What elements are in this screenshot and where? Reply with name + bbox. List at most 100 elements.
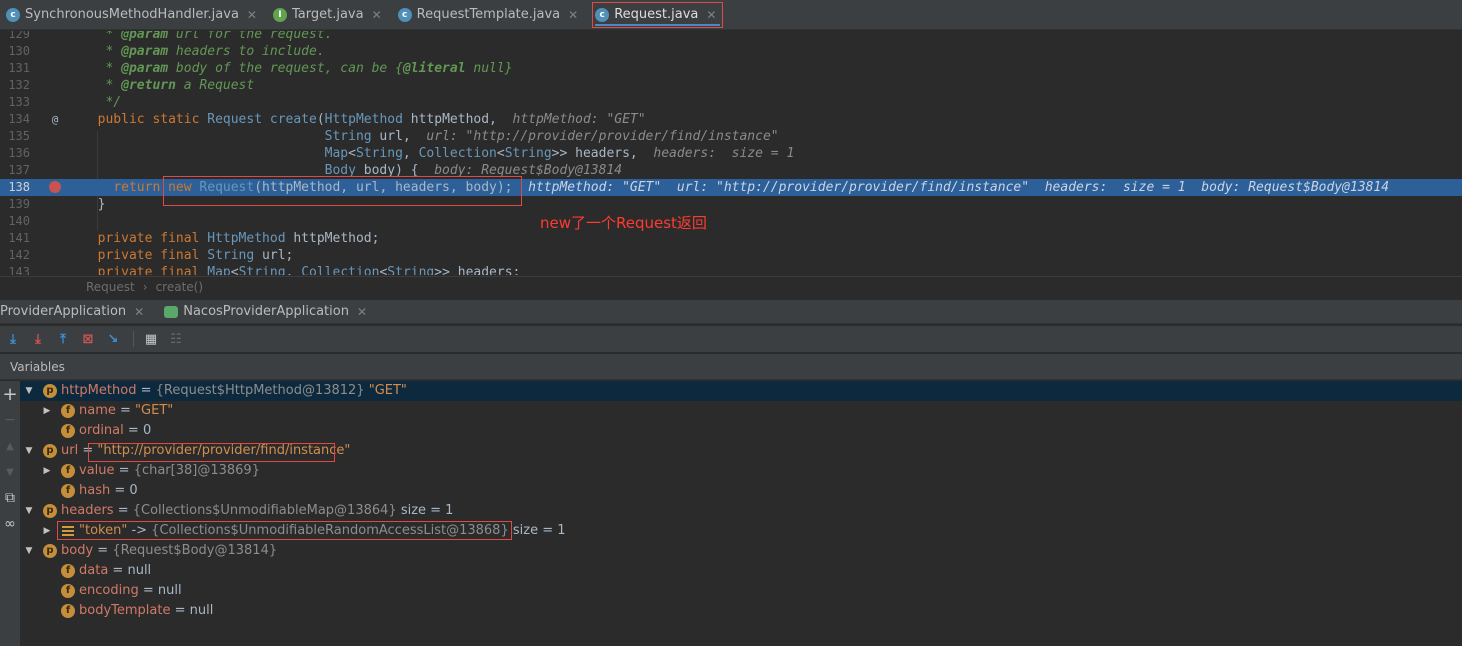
- line-number[interactable]: 136: [0, 145, 30, 162]
- close-icon[interactable]: ✕: [372, 8, 382, 22]
- close-icon[interactable]: ✕: [134, 305, 144, 319]
- step-into-icon[interactable]: ⤓: [27, 328, 49, 350]
- code-line[interactable]: 142 private final String url;: [0, 247, 1462, 264]
- variables-side-toolbar: + − ▲ ▼ ⧉ ∞: [0, 381, 20, 646]
- line-number[interactable]: 140: [0, 213, 30, 230]
- variable-row[interactable]: f encoding = null: [20, 581, 1462, 601]
- variable-operator: =: [93, 543, 113, 558]
- variable-row[interactable]: ▼ p headers = {Collections$UnmodifiableMap…: [20, 501, 1462, 521]
- variable-row[interactable]: f bodyTemplate = null: [20, 601, 1462, 621]
- code-line[interactable]: 135 String url, url: "http://provider/pr…: [0, 128, 1462, 145]
- breadcrumb-class[interactable]: Request: [86, 280, 135, 294]
- variable-name: bodyTemplate: [79, 603, 171, 618]
- tab-request-template[interactable]: c RequestTemplate.java ✕: [396, 2, 585, 28]
- line-number[interactable]: 130: [0, 43, 30, 60]
- line-number[interactable]: 129: [0, 31, 30, 43]
- watches-glasses-icon[interactable]: ∞: [0, 511, 20, 537]
- line-number[interactable]: 139: [0, 196, 30, 213]
- field-icon: f: [61, 584, 75, 598]
- drop-frame-icon[interactable]: ⊠: [77, 328, 99, 350]
- expanded-arrow-icon[interactable]: ▼: [24, 501, 34, 521]
- code-line[interactable]: 131 * @param body of the request, can be…: [0, 60, 1462, 77]
- variable-row[interactable]: f ordinal = 0: [20, 421, 1462, 441]
- line-number[interactable]: 141: [0, 230, 30, 247]
- collapsed-arrow-icon[interactable]: ▶: [42, 401, 52, 421]
- tab-target[interactable]: I Target.java ✕: [271, 2, 388, 28]
- code-line[interactable]: 132 * @return a Request: [0, 77, 1462, 94]
- variable-operator: =: [114, 463, 134, 478]
- step-out-icon[interactable]: ⤒: [52, 328, 74, 350]
- line-number[interactable]: 137: [0, 162, 30, 179]
- line-number[interactable]: 138: [0, 179, 30, 196]
- code-line[interactable]: 136 Map<String, Collection<String>> head…: [0, 145, 1462, 162]
- remove-watch-icon[interactable]: −: [0, 407, 20, 433]
- evaluate-icon[interactable]: ▦: [140, 328, 162, 350]
- line-number[interactable]: 134: [0, 111, 30, 128]
- code-line[interactable]: 134 @ public static Request create(HttpMe…: [0, 111, 1462, 128]
- trace-icon[interactable]: ☷: [165, 328, 187, 350]
- variable-name: httpMethod: [61, 383, 137, 398]
- variable-row[interactable]: ▼ p httpMethod = {Request$HttpMethod@13812…: [20, 381, 1462, 401]
- collapsed-arrow-icon[interactable]: ▶: [42, 461, 52, 481]
- run-to-cursor-icon[interactable]: ↘: [102, 328, 124, 350]
- variable-row[interactable]: ▼ p body = {Request$Body@13814}: [20, 541, 1462, 561]
- variable-row[interactable]: ▶ f name = "GET": [20, 401, 1462, 421]
- tab-label: Request.java: [614, 7, 699, 22]
- copy-icon[interactable]: ⧉: [0, 485, 20, 511]
- variable-reference: {Collections$UnmodifiableMap@13864}: [132, 503, 401, 518]
- variable-row[interactable]: f data = null: [20, 561, 1462, 581]
- override-marker-icon[interactable]: @: [48, 111, 62, 128]
- code-line[interactable]: 143 private final Map<String, Collection…: [0, 264, 1462, 275]
- variable-text: ordinal = 0: [79, 421, 151, 441]
- move-down-icon[interactable]: ▼: [0, 459, 20, 485]
- variable-name: data: [79, 563, 109, 578]
- code-text: * @return a Request: [82, 78, 255, 93]
- line-number[interactable]: 131: [0, 60, 30, 77]
- code-line[interactable]: 140: [0, 213, 1462, 230]
- add-watch-icon[interactable]: +: [0, 381, 20, 407]
- highlight-box-new-request: [163, 176, 522, 206]
- line-number[interactable]: 133: [0, 94, 30, 111]
- code-text: }: [82, 197, 106, 212]
- close-icon[interactable]: ✕: [247, 8, 257, 22]
- code-editor[interactable]: 129 * @param url for the request. 130 * @…: [0, 31, 1462, 275]
- expanded-arrow-icon[interactable]: ▼: [24, 441, 34, 461]
- code-line[interactable]: 130 * @param headers to include.: [0, 43, 1462, 60]
- close-icon[interactable]: ✕: [706, 8, 716, 22]
- expanded-arrow-icon[interactable]: ▼: [24, 541, 34, 561]
- tab-request[interactable]: c Request.java ✕: [592, 1, 724, 28]
- expanded-arrow-icon[interactable]: ▼: [24, 381, 34, 401]
- code-line[interactable]: 141 private final HttpMethod httpMethod;: [0, 230, 1462, 247]
- variable-text: headers = {Collections$UnmodifiableMap@1…: [61, 501, 453, 521]
- highlight-box-token: [57, 521, 512, 540]
- variable-text: bodyTemplate = null: [79, 601, 213, 621]
- code-text: private final HttpMethod httpMethod;: [97, 231, 380, 246]
- breadcrumb: Request › create(): [0, 276, 1462, 298]
- line-number[interactable]: 142: [0, 247, 30, 264]
- code-line[interactable]: 129 * @param url for the request.: [0, 31, 1462, 43]
- variable-text: name = "GET": [79, 401, 173, 421]
- tab-synchronous-method-handler[interactable]: c SynchronousMethodHandler.java ✕: [4, 2, 263, 28]
- close-icon[interactable]: ✕: [357, 305, 367, 319]
- collapsed-arrow-icon[interactable]: ▶: [42, 521, 52, 541]
- step-over-icon[interactable]: ⤓: [2, 328, 24, 350]
- code-text: * @param headers to include.: [82, 44, 325, 59]
- line-number[interactable]: 132: [0, 77, 30, 94]
- line-number[interactable]: 143: [0, 264, 30, 275]
- variable-row[interactable]: ▶ f value = {char[38]@13869}: [20, 461, 1462, 481]
- line-number[interactable]: 135: [0, 128, 30, 145]
- inline-debug-value: httpMethod: "GET": [512, 112, 646, 127]
- tab-provider-application[interactable]: ProviderApplication ✕: [0, 304, 144, 319]
- variable-text: body = {Request$Body@13814}: [61, 541, 277, 561]
- interface-icon: I: [272, 7, 287, 22]
- variable-row[interactable]: f hash = 0: [20, 481, 1462, 501]
- code-line[interactable]: 133 */: [0, 94, 1462, 111]
- close-icon[interactable]: ✕: [568, 8, 578, 22]
- breadcrumb-method[interactable]: create(): [156, 280, 203, 294]
- class-icon: c: [6, 7, 20, 22]
- variable-operator: =: [110, 483, 130, 498]
- move-up-icon[interactable]: ▲: [0, 433, 20, 459]
- breakpoint-icon[interactable]: [48, 179, 62, 196]
- tab-nacos-provider-application[interactable]: NacosProviderApplication ✕: [158, 304, 367, 319]
- variables-tree[interactable]: ▼ p httpMethod = {Request$HttpMethod@13812…: [20, 381, 1462, 646]
